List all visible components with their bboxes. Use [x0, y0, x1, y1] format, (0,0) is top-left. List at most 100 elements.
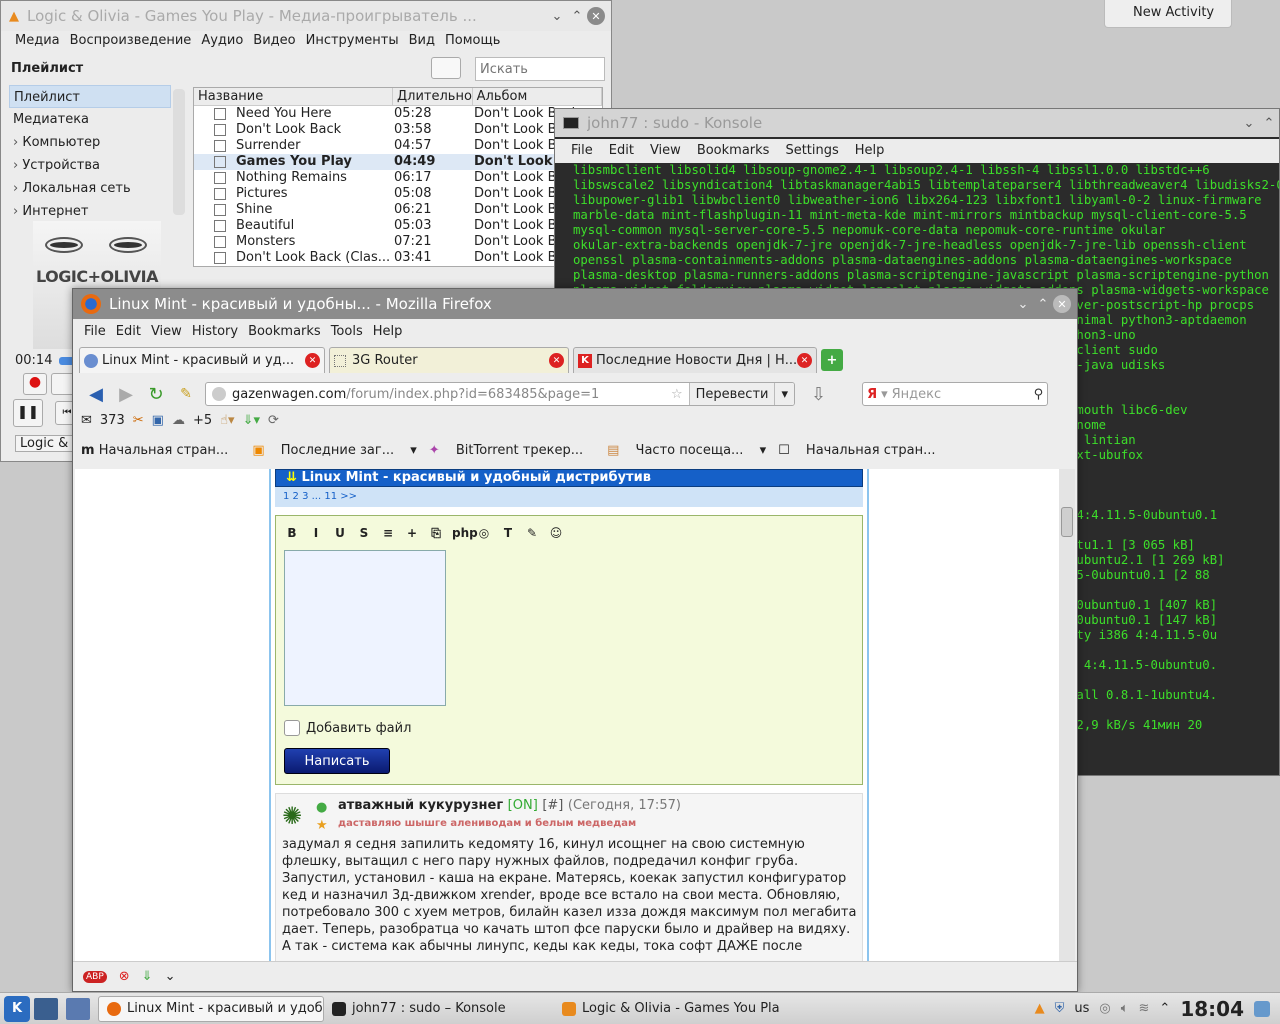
editor-tool-button[interactable]: + [404, 526, 420, 541]
col-title[interactable]: Название [194, 88, 394, 105]
firefox-menu-item[interactable]: Help [368, 321, 408, 343]
post-author[interactable]: атважный кукурузнег [338, 798, 503, 813]
vlc-menu-item[interactable]: Аудио [196, 33, 248, 48]
editor-tool-button[interactable]: php [452, 526, 478, 541]
task-konsole[interactable]: john77 : sudo – Konsole [324, 996, 554, 1022]
table-row[interactable]: Surrender 04:57 Don't Look Back [194, 138, 602, 154]
file-manager-icon[interactable] [66, 997, 90, 1020]
editor-tool-button[interactable]: ☺ [548, 526, 564, 541]
close-icon[interactable]: ✕ [1053, 295, 1071, 313]
sidebar-item-devices[interactable]: Устройства [9, 154, 171, 177]
attach-checkbox[interactable] [284, 720, 300, 736]
bookmark-item[interactable]: ☐ Начальная стран... [778, 443, 959, 458]
url-bar[interactable]: gazenwagen.com/forum/index.php?id=683485… [205, 382, 795, 406]
table-row[interactable]: Monsters 07:21 Don't Look Back [194, 234, 602, 250]
sync-icon[interactable]: ⟳ [268, 413, 279, 428]
task-vlc[interactable]: Logic & Olivia - Games You Play [554, 996, 780, 1022]
vlc-menu-item[interactable]: Вид [404, 33, 440, 48]
yandex-search[interactable]: Я ▾ Яндекс ⚲ [862, 382, 1049, 406]
sidebar-item-library[interactable]: Медиатека [9, 108, 171, 131]
table-row[interactable]: Don't Look Back 03:58 Don't Look Back [194, 122, 602, 138]
firefox-menu-item[interactable]: History [187, 321, 243, 343]
firefox-menu-item[interactable]: Tools [326, 321, 368, 343]
clock[interactable]: 18:04 [1180, 997, 1244, 1021]
konsole-menu-item[interactable]: Settings [777, 139, 846, 163]
bookmark-item[interactable]: ▤ Часто посеща... ▾ [607, 443, 778, 458]
table-row[interactable]: Need You Here 05:28 Don't Look Back [194, 106, 602, 122]
firefox-menu-item[interactable]: View [146, 321, 187, 343]
editor-tool-button[interactable]: I [308, 526, 324, 541]
minimize-icon[interactable]: ⌄ [547, 9, 567, 24]
scissors-icon[interactable]: ✂ [133, 413, 144, 428]
download-icon[interactable]: ⇩ [811, 384, 826, 405]
bookmark-item[interactable]: ▣ Последние заг... ▾ [252, 443, 428, 458]
konsole-titlebar[interactable]: john77 : sudo - Konsole ⌄ ⌃ [555, 109, 1279, 137]
task-firefox[interactable]: Linux Mint - красивый и удобн [98, 995, 324, 1022]
firefox-menu-item[interactable]: Bookmarks [243, 321, 326, 343]
sidebar-item-lan[interactable]: Локальная сеть [9, 177, 171, 200]
table-row[interactable]: Nothing Remains 06:17 Don't Look Back [194, 170, 602, 186]
sidebar-item-internet[interactable]: Интернет [9, 200, 171, 223]
bookmark-item[interactable]: m Начальная стран... [81, 443, 252, 458]
vlc-menu-item[interactable]: Помощь [440, 33, 505, 48]
desktop-launcher-icon[interactable] [34, 997, 58, 1020]
pause-button[interactable]: ❚❚ [13, 399, 43, 427]
minimize-icon[interactable]: ⌄ [1013, 297, 1033, 312]
scroll-thumb[interactable] [1061, 507, 1073, 537]
bookmark-star-icon[interactable]: ☆ [671, 387, 683, 402]
konsole-menu-item[interactable]: File [563, 139, 601, 163]
vlc-menu-item[interactable]: Инструменты [301, 33, 404, 48]
pagination[interactable]: 1 2 3 ... 11 >> [275, 487, 863, 507]
download-helper-icon[interactable]: ⇓ [142, 969, 153, 984]
sidebar-item-playlist[interactable]: Плейлист [9, 85, 171, 108]
col-duration[interactable]: Длительность [393, 88, 473, 105]
editor-tool-button[interactable]: U [332, 526, 348, 541]
close-icon[interactable]: ✕ [587, 7, 605, 25]
forward-icon[interactable]: ▶ [111, 384, 141, 405]
new-tab-button[interactable]: + [821, 349, 843, 371]
post-link[interactable]: [#] [542, 798, 563, 813]
maximize-icon[interactable]: ⌃ [1259, 116, 1279, 131]
keyboard-layout[interactable]: us [1074, 1001, 1089, 1016]
editor-tool-button[interactable]: T [500, 526, 516, 541]
tab-news[interactable]: K Последние Новости Дня | Н... ✕ [573, 347, 817, 373]
table-row[interactable]: Don't Look Back (Clas... 03:41 Don't Look … [194, 250, 602, 266]
search-input[interactable] [475, 57, 605, 81]
reply-textarea[interactable] [284, 550, 446, 706]
tab-linux-mint[interactable]: Linux Mint - красивый и уд... ✕ [79, 347, 325, 373]
editor-tool-button[interactable]: ≡ [380, 526, 396, 541]
col-album[interactable]: Альбом [473, 88, 602, 105]
new-activity-button[interactable]: New Activity [1104, 0, 1232, 28]
attach-file[interactable]: Добавить файл [284, 720, 411, 736]
editor-tool-button[interactable]: B [284, 526, 300, 541]
tray-arrow-icon[interactable]: ⌃ [1159, 1001, 1170, 1016]
dashboard-icon[interactable] [1254, 1000, 1270, 1017]
binoculars-icon[interactable]: ⚲ [1034, 387, 1044, 402]
table-row[interactable]: Shine 06:21 Don't Look Back [194, 202, 602, 218]
stop-icon[interactable]: ⊗ [119, 969, 130, 984]
editor-tool-button[interactable]: S [356, 526, 372, 541]
editor-tool-button[interactable]: ◎ [476, 526, 492, 541]
minimize-icon[interactable]: ⌄ [1239, 116, 1259, 131]
konsole-menu-item[interactable]: Edit [601, 139, 642, 163]
volume-icon[interactable]: 🔈︎ [1121, 1001, 1129, 1016]
table-row[interactable]: Beautiful 05:03 Don't Look Back [194, 218, 602, 234]
wifi-icon[interactable]: ≋ [1139, 1001, 1150, 1016]
submit-button[interactable]: Написать [284, 748, 390, 774]
download-helper-icon[interactable]: ⇓▾ [243, 413, 260, 428]
reload-icon[interactable]: ↻ [141, 384, 171, 405]
firefox-titlebar[interactable]: Linux Mint - красивый и удобны... - Mozi… [73, 289, 1077, 319]
chevron-down-icon[interactable]: ⌄ [165, 969, 176, 984]
view-mode-button[interactable] [431, 57, 461, 79]
vlc-menu-item[interactable]: Воспроизведение [65, 33, 197, 48]
adblock-icon[interactable]: ABP [83, 970, 107, 983]
record-button[interactable]: ● [23, 373, 47, 395]
maximize-icon[interactable]: ⌃ [1033, 297, 1053, 312]
translate-dropdown-icon[interactable]: ▾ [774, 383, 794, 405]
vlc-tray-icon[interactable]: ▲ [1035, 1001, 1045, 1016]
close-tab-icon[interactable]: ✕ [797, 353, 812, 368]
network-icon[interactable]: ◎ [1099, 1001, 1110, 1016]
weather-icon[interactable]: ☁ [172, 413, 185, 428]
konsole-menu-item[interactable]: View [642, 139, 689, 163]
tab-3g-router[interactable]: 3G Router ✕ [329, 347, 569, 373]
